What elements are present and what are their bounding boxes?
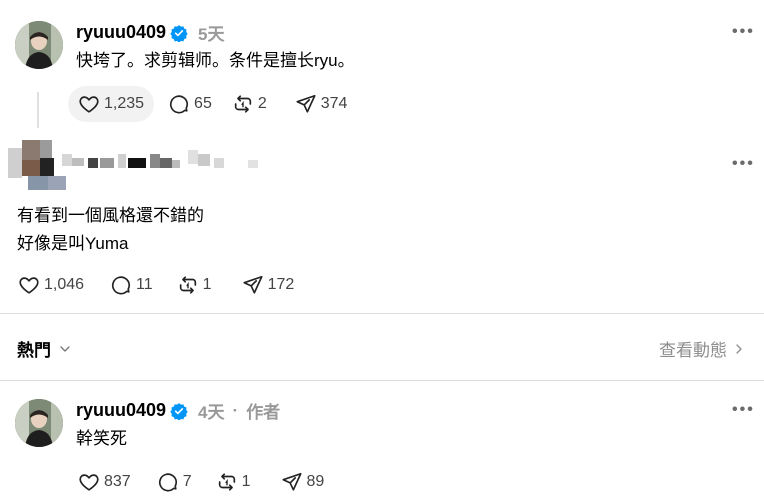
post3-actions: 837 7 1 89 [68,464,334,500]
repost-count: 1 [241,473,251,490]
post1-username-row: ryuuu0409 5天 [76,20,225,45]
heart-icon [19,277,39,294]
repost-count: 1 [202,276,212,293]
more-icon[interactable]: ••• [732,23,755,41]
like-count: 1,235 [104,95,145,112]
post-time: 4天 [198,403,225,422]
view-activity-label: 查看動態 [659,341,727,360]
avatar[interactable] [15,399,63,447]
post-time: 5天 [198,25,225,44]
repost-button[interactable]: 1 [167,267,222,303]
share-icon [296,94,316,113]
share-button[interactable]: 89 [271,464,335,500]
comment-button[interactable]: 11 [100,267,163,303]
share-icon [281,472,302,491]
repost-button[interactable]: 1 [206,464,261,500]
divider [0,313,764,314]
like-button[interactable]: 837 [68,464,141,500]
verified-badge-icon [170,402,188,421]
post2-actions: 1,046 11 1 172 [8,267,304,303]
username[interactable]: ryuuu0409 [76,400,166,421]
username[interactable]: ryuuu0409 [76,22,166,43]
comment-count: 11 [136,276,153,293]
comment-button[interactable]: 65 [158,86,222,122]
comment-icon [111,276,131,295]
share-count: 89 [306,473,325,490]
more-icon[interactable]: ••• [732,155,755,173]
like-button[interactable]: 1,235 [68,86,155,122]
share-button[interactable]: 374 [285,86,358,122]
comment-icon [169,95,189,114]
share-count: 172 [267,276,295,293]
heart-icon [79,474,99,491]
more-icon[interactable]: ••• [732,401,755,419]
post1-actions: 1,235 65 2 374 [68,86,357,122]
repost-icon [218,473,235,491]
avatar[interactable] [15,21,63,69]
sort-dropdown[interactable]: 熱門 [17,336,73,361]
share-icon [243,275,263,294]
like-button[interactable]: 1,046 [8,267,94,303]
share-count: 374 [320,95,348,112]
thread-line [37,92,39,128]
post-text-line: 好像是叫Yuma [17,234,129,253]
sort-label: 熱門 [17,341,51,360]
view-activity-link[interactable]: 查看動態 [659,336,747,361]
comment-icon [158,473,177,492]
post-text: 幹笑死 [76,429,127,448]
like-count: 1,046 [44,276,85,293]
author-tag: 作者 [246,403,281,422]
chevron-down-icon [60,345,70,352]
divider [0,380,764,381]
post-text: 快垮了。求剪辑师。条件是擅长ryu。 [76,51,355,70]
comment-count: 65 [194,95,212,112]
post-text-line: 有看到一個風格還不錯的 [17,206,204,225]
comment-count: 7 [182,473,192,490]
repost-count: 2 [257,95,267,112]
repost-icon [234,95,252,113]
censored-user-header [0,140,270,192]
verified-badge-icon [170,24,188,43]
meta-separator: · [232,400,239,420]
chevron-right-icon [736,343,742,354]
post3-username-row: ryuuu0409 4天 · 作者 [76,398,280,423]
post-text: 有看到一個風格還不錯的 好像是叫Yuma [17,202,204,258]
heart-icon [79,96,99,113]
repost-button[interactable]: 2 [222,86,277,122]
like-count: 837 [104,473,131,490]
share-button[interactable]: 172 [232,267,305,303]
comment-button[interactable]: 7 [147,464,202,500]
repost-icon [179,276,196,294]
